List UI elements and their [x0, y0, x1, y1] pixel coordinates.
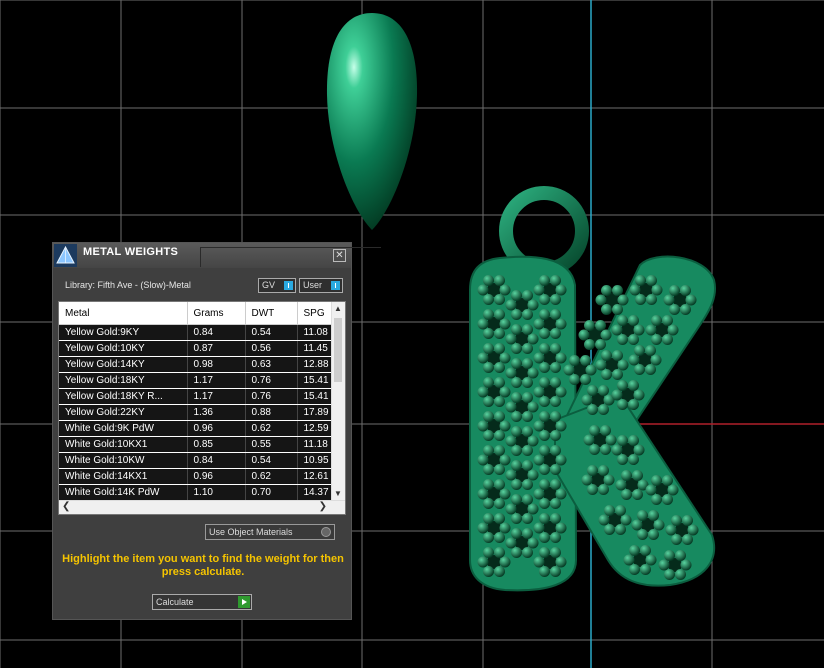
panel-title: METAL WEIGHTS [83, 246, 179, 258]
metal-table[interactable]: Metal Grams DWT SPG Yellow Gold:9KY 0.84 0… [58, 301, 346, 515]
column-header[interactable]: SPG [297, 302, 332, 325]
table-row[interactable]: White Gold:14K PdW 1.10 0.70 14.37 [59, 484, 332, 500]
teardrop-model[interactable] [326, 13, 418, 230]
vertical-scrollbar[interactable]: ▲ ▼ [331, 302, 345, 500]
table-cell: 0.56 [245, 340, 298, 357]
user-toggle[interactable]: User [299, 278, 343, 293]
table-cell: 12.61 [297, 468, 332, 485]
scroll-right-icon[interactable]: ❯ [319, 501, 327, 512]
column-header[interactable]: Grams [187, 302, 246, 325]
scroll-thumb[interactable] [334, 318, 342, 382]
letter-k-pendant[interactable] [469, 186, 716, 592]
metal-weights-panel: METAL WEIGHTS ✕ Library: Fifth Ave - (Sl… [52, 242, 381, 620]
horizontal-scrollbar[interactable]: ❮ ❯ [59, 500, 345, 514]
table-cell: 0.84 [187, 452, 246, 469]
library-label: Library: Fifth Ave - (Slow)-Metal [65, 280, 191, 290]
table-cell: 15.41 [297, 388, 332, 405]
table-row[interactable]: Yellow Gold:18KY 1.17 0.76 15.41 [59, 372, 332, 389]
table-cell: 0.85 [187, 436, 246, 453]
table-cell: 0.96 [187, 468, 246, 485]
table-cell: White Gold:9K PdW [59, 420, 188, 437]
table-cell: 0.63 [245, 356, 298, 373]
play-arrow-icon [238, 596, 250, 608]
title-divider [200, 247, 381, 267]
table-cell: 11.18 [297, 436, 332, 453]
table-cell: 0.54 [245, 324, 298, 341]
table-row[interactable]: White Gold:14KX1 0.96 0.62 12.61 [59, 468, 332, 485]
table-row[interactable]: Yellow Gold:9KY 0.84 0.54 11.08 [59, 324, 332, 341]
column-header[interactable]: DWT [245, 302, 298, 325]
table-cell: 12.59 [297, 420, 332, 437]
table-cell: 1.10 [187, 484, 246, 500]
table-cell: 1.17 [187, 372, 246, 389]
column-header[interactable]: Metal [59, 302, 188, 325]
table-cell: 12.88 [297, 356, 332, 373]
table-cell: Yellow Gold:9KY [59, 324, 188, 341]
table-cell: White Gold:10KW [59, 452, 188, 469]
table-cell: White Gold:14KX1 [59, 468, 188, 485]
table-cell: 0.70 [245, 484, 298, 500]
use-object-materials-option[interactable]: Use Object Materials [205, 524, 335, 540]
table-cell: 0.88 [245, 404, 298, 421]
toggle-switch-icon [284, 281, 293, 290]
table-cell: Yellow Gold:18KY R... [59, 388, 188, 405]
table-cell: 0.98 [187, 356, 246, 373]
table-cell: 0.87 [187, 340, 246, 357]
table-row[interactable]: Yellow Gold:22KY 1.36 0.88 17.89 [59, 404, 332, 421]
scroll-up-icon[interactable]: ▲ [334, 304, 342, 313]
table-row[interactable]: Yellow Gold:14KY 0.98 0.63 12.88 [59, 356, 332, 373]
table-cell: Yellow Gold:14KY [59, 356, 188, 373]
scroll-left-icon[interactable]: ❮ [62, 501, 70, 512]
table-cell: 0.54 [245, 452, 298, 469]
table-row[interactable]: White Gold:10KW 0.84 0.54 10.95 [59, 452, 332, 469]
panel-titlebar[interactable]: METAL WEIGHTS ✕ [53, 243, 381, 268]
table-cell: 14.37 [297, 484, 332, 500]
close-icon[interactable]: ✕ [333, 249, 346, 262]
table-cell: Yellow Gold:18KY [59, 372, 188, 389]
table-cell: 0.62 [245, 420, 298, 437]
table-row[interactable]: White Gold:10KX1 0.85 0.55 11.18 [59, 436, 332, 453]
scroll-down-icon[interactable]: ▼ [334, 489, 342, 498]
table-row[interactable]: White Gold:9K PdW 0.96 0.62 12.59 [59, 420, 332, 437]
table-cell: 0.55 [245, 436, 298, 453]
table-cell: 10.95 [297, 452, 332, 469]
gv-toggle[interactable]: GV [258, 278, 296, 293]
pyramid-icon [54, 244, 77, 267]
table-header-row: Metal Grams DWT SPG [59, 302, 332, 325]
table-cell: 11.08 [297, 324, 332, 341]
table-cell: 17.89 [297, 404, 332, 421]
calculate-label: Calculate [156, 597, 194, 607]
table-cell: 0.76 [245, 388, 298, 405]
table-cell: Yellow Gold:22KY [59, 404, 188, 421]
table-cell: 11.45 [297, 340, 332, 357]
table-cell: 0.96 [187, 420, 246, 437]
table-cell: 1.17 [187, 388, 246, 405]
table-cell: 0.84 [187, 324, 246, 341]
table-cell: 1.36 [187, 404, 246, 421]
table-cell: White Gold:10KX1 [59, 436, 188, 453]
table-cell: 15.41 [297, 372, 332, 389]
radio-button-icon[interactable] [321, 527, 331, 537]
gv-toggle-label: GV [262, 280, 276, 290]
table-row[interactable]: Yellow Gold:10KY 0.87 0.56 11.45 [59, 340, 332, 357]
table-cell: White Gold:14K PdW [59, 484, 188, 500]
use-object-materials-label: Use Object Materials [209, 527, 293, 537]
calculate-button[interactable]: Calculate [152, 594, 252, 610]
table-cell: 0.62 [245, 468, 298, 485]
user-toggle-label: User [303, 280, 323, 290]
toggle-switch-icon [331, 281, 340, 290]
table-row[interactable]: Yellow Gold:18KY R... 1.17 0.76 15.41 [59, 388, 332, 405]
table-cell: Yellow Gold:10KY [59, 340, 188, 357]
instruction-text: Highlight the item you want to find the … [62, 553, 344, 578]
table-cell: 0.76 [245, 372, 298, 389]
